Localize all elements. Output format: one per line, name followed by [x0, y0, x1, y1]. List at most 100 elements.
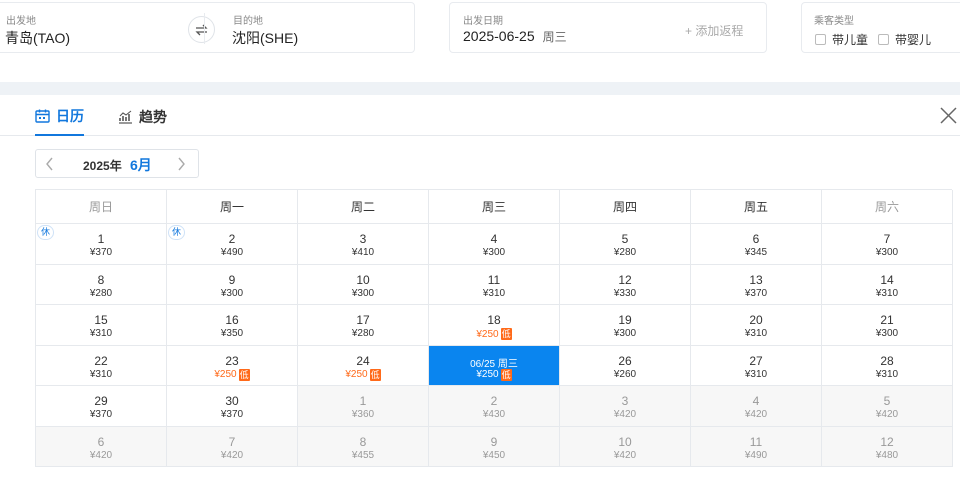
add-return-button[interactable]: + 添加返程 [685, 22, 743, 39]
infant-checkbox[interactable]: 带婴儿 [878, 31, 931, 48]
day-price-wrap: ¥310 [429, 288, 559, 299]
calendar-day[interactable]: 15 ¥310 [36, 305, 167, 346]
day-number: 10 [618, 434, 632, 449]
weekday-label: 周五 [691, 190, 822, 224]
day-price-wrap: ¥455 [298, 450, 428, 461]
calendar-day[interactable]: 16 ¥350 [167, 305, 298, 346]
date-value: 2025-06-25 [463, 28, 535, 44]
calendar-day[interactable]: 27 ¥310 [691, 345, 822, 386]
calendar-day[interactable]: 12 ¥330 [560, 264, 691, 305]
weekday-header: 周日 周一 周二 周三 周四 周五 周六 [36, 190, 953, 224]
day-price-wrap: ¥420 [691, 409, 821, 420]
day-number: 5 [883, 394, 891, 408]
calendar-day-selected[interactable]: 06/25 周三 ¥250 低 [429, 345, 560, 386]
calendar-day[interactable]: 7 ¥420 [167, 426, 298, 467]
month-nav-year: 2025年 [83, 159, 122, 173]
day-number: 3 [621, 394, 629, 408]
day-price: ¥455 [351, 449, 375, 461]
calendar-day[interactable]: 5 ¥420 [822, 386, 953, 427]
calendar-day[interactable]: 20 ¥310 [691, 305, 822, 346]
month-navigator: 2025年 6月 [35, 149, 199, 178]
next-month-button[interactable] [177, 157, 186, 171]
calendar-day[interactable]: 14 ¥310 [822, 264, 953, 305]
infant-checkbox-box[interactable] [878, 34, 889, 45]
date-field[interactable]: 出发日期 2025-06-25 周三 + 添加返程 [449, 2, 767, 53]
day-number: 20 [749, 313, 763, 327]
calendar-day[interactable]: 4 ¥300 [429, 224, 560, 265]
to-city-input[interactable]: 沈阳(SHE) [232, 28, 298, 48]
day-number: 10 [356, 272, 370, 287]
calendar-day[interactable]: 13 ¥370 [691, 264, 822, 305]
calendar-day[interactable]: 26 ¥260 [560, 345, 691, 386]
close-icon[interactable] [939, 106, 958, 125]
day-price: ¥280 [89, 287, 113, 299]
day-number: 11 [749, 434, 763, 449]
day-price-wrap: ¥300 [560, 328, 690, 339]
day-price-wrap: ¥370 [36, 247, 166, 258]
calendar-day[interactable]: 19 ¥300 [560, 305, 691, 346]
child-checkbox-box[interactable] [815, 34, 826, 45]
calendar-day[interactable]: 12 ¥480 [822, 426, 953, 467]
calendar-day[interactable]: 30 ¥370 [167, 386, 298, 427]
calendar-day[interactable]: 23 ¥250 低 [167, 345, 298, 386]
day-number: 19 [618, 313, 632, 327]
calendar-day[interactable]: 29 ¥370 [36, 386, 167, 427]
calendar-day[interactable]: 11 ¥310 [429, 264, 560, 305]
weekday-label: 周一 [167, 190, 298, 224]
day-price-wrap: ¥450 [429, 450, 559, 461]
calendar-day[interactable]: 6 ¥420 [36, 426, 167, 467]
day-price: ¥420 [875, 409, 899, 420]
calendar-day[interactable]: 5 ¥280 [560, 224, 691, 265]
day-price: ¥350 [220, 328, 244, 339]
calendar-day[interactable]: 17 ¥280 [298, 305, 429, 346]
route-divider [204, 13, 205, 44]
calendar-day[interactable]: 28 ¥310 [822, 345, 953, 386]
calendar-day[interactable]: 休 2 ¥490 [167, 224, 298, 265]
calendar-day[interactable]: 9 ¥450 [429, 426, 560, 467]
calendar-day[interactable]: 10 ¥420 [560, 426, 691, 467]
calendar-day[interactable]: 6 ¥345 [691, 224, 822, 265]
tab-calendar-label: 日历 [56, 108, 84, 124]
day-number: 6 [97, 434, 105, 449]
calendar-day[interactable]: 22 ¥310 [36, 345, 167, 386]
day-price-wrap: ¥490 [691, 450, 821, 461]
tab-trend[interactable]: 趋势 [118, 107, 167, 136]
day-number: 18 [487, 313, 501, 327]
calendar-day[interactable]: 8 ¥280 [36, 264, 167, 305]
calendar-day[interactable]: 18 ¥250 低 [429, 305, 560, 346]
calendar-day[interactable]: 21 ¥300 [822, 305, 953, 346]
calendar-day[interactable]: 3 ¥410 [298, 224, 429, 265]
day-price-wrap: ¥250 低 [298, 368, 428, 381]
day-number: 1 [97, 232, 105, 246]
calendar-day[interactable]: 9 ¥300 [167, 264, 298, 305]
prev-month-button[interactable] [45, 157, 54, 171]
calendar-day[interactable]: 休 1 ¥370 [36, 224, 167, 265]
from-city-input[interactable]: 青岛(TAO) [5, 28, 70, 48]
swap-cities-button[interactable] [188, 16, 215, 43]
day-number: 29 [94, 394, 108, 408]
day-price-wrap: ¥420 [822, 409, 952, 420]
day-price: ¥300 [482, 247, 506, 258]
calendar-day[interactable]: 24 ¥250 低 [298, 345, 429, 386]
day-price: ¥420 [744, 409, 768, 420]
day-price: ¥420 [613, 449, 637, 461]
calendar-day[interactable]: 10 ¥300 [298, 264, 429, 305]
calendar-days: 休 1 ¥370 休 2 ¥490 3 ¥410 4 ¥300 5 ¥280 6 ¥345 7 ¥300 8 ¥2… [36, 224, 953, 467]
day-price: ¥300 [351, 287, 375, 299]
calendar-day[interactable]: 3 ¥420 [560, 386, 691, 427]
day-number: 27 [749, 353, 763, 368]
to-label: 目的地 [233, 16, 263, 27]
day-number: 6 [752, 232, 760, 246]
day-price: ¥490 [220, 247, 244, 258]
tab-calendar[interactable]: 日历 [35, 107, 84, 136]
calendar-day[interactable]: 2 ¥430 [429, 386, 560, 427]
day-price: ¥345 [744, 247, 768, 258]
calendar-day[interactable]: 11 ¥490 [691, 426, 822, 467]
calendar-day[interactable]: 1 ¥360 [298, 386, 429, 427]
child-checkbox[interactable]: 带儿童 [815, 31, 868, 48]
calendar-day[interactable]: 8 ¥455 [298, 426, 429, 467]
day-number: 14 [880, 272, 894, 287]
calendar-day[interactable]: 7 ¥300 [822, 224, 953, 265]
day-number: 24 [356, 353, 370, 368]
calendar-day[interactable]: 4 ¥420 [691, 386, 822, 427]
